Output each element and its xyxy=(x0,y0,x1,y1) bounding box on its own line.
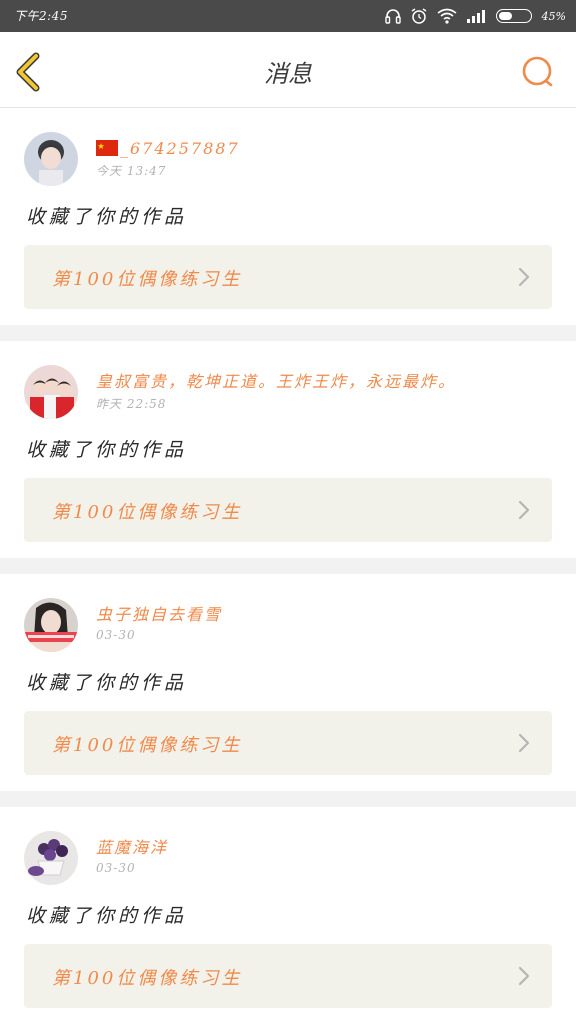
search-icon xyxy=(522,56,553,87)
chevron-right-icon xyxy=(518,500,530,520)
work-link[interactable]: 第100位偶像练习生 xyxy=(24,245,552,309)
notification-item: 虫子独自去看雪 03-30 收藏了你的作品 第100位偶像练习生 xyxy=(0,574,576,775)
search-button[interactable] xyxy=(520,54,556,90)
notification-item: 皇叔富贵，乾坤正道。王炸王炸，永远最炸。 昨天 22:58 收藏了你的作品 第1… xyxy=(0,341,576,542)
action-text: 收藏了你的作品 xyxy=(26,206,188,228)
avatar[interactable] xyxy=(24,598,78,652)
notification-item: 蓝魔海洋 03-30 收藏了你的作品 第100位偶像练习生 xyxy=(0,807,576,1008)
work-title: 第100位偶像练习生 xyxy=(52,502,243,523)
status-time: 下午2:45 xyxy=(14,9,68,23)
timestamp: 昨天 22:58 xyxy=(96,397,167,411)
username[interactable]: 蓝魔海洋 xyxy=(96,831,552,859)
action-text: 收藏了你的作品 xyxy=(26,672,188,694)
username[interactable]: 虫子独自去看雪 xyxy=(96,598,552,626)
notification-header: 虫子独自去看雪 03-30 xyxy=(24,574,552,654)
battery-percent: 45% xyxy=(541,9,566,23)
separator xyxy=(0,325,576,341)
username-text: 虫子独自去看雪 xyxy=(96,605,223,624)
work-link[interactable]: 第100位偶像练习生 xyxy=(24,711,552,775)
avatar[interactable] xyxy=(24,132,78,186)
username-text: 蓝魔海洋 xyxy=(96,838,169,857)
battery-icon xyxy=(495,9,532,23)
username-text: 皇叔富贵，乾坤正道。王炸王炸，永远最炸。 xyxy=(96,372,457,391)
signal-icon xyxy=(466,8,488,24)
separator xyxy=(0,791,576,807)
battery-level xyxy=(498,12,512,20)
timestamp: 03-30 xyxy=(96,628,136,642)
notification-feed: _674257887 今天 13:47 收藏了你的作品 第100位偶像练习生 皇… xyxy=(0,108,576,1024)
notification-header: 蓝魔海洋 03-30 xyxy=(24,807,552,887)
notification-header: 皇叔富贵，乾坤正道。王炸王炸，永远最炸。 昨天 22:58 xyxy=(24,341,552,421)
timestamp: 03-30 xyxy=(96,861,136,875)
avatar[interactable] xyxy=(24,831,78,885)
page-title: 消息 xyxy=(264,60,312,88)
action-text: 收藏了你的作品 xyxy=(26,439,188,461)
action-text: 收藏了你的作品 xyxy=(26,905,188,927)
status-icons: 45% xyxy=(384,6,566,26)
china-flag-icon xyxy=(96,140,118,156)
separator xyxy=(0,558,576,574)
title-bar: 消息 xyxy=(0,32,576,108)
chevron-right-icon xyxy=(518,733,530,753)
alarm-icon xyxy=(410,7,428,25)
work-link[interactable]: 第100位偶像练习生 xyxy=(24,478,552,542)
chevron-right-icon xyxy=(518,267,530,287)
timestamp: 今天 13:47 xyxy=(96,164,167,178)
headphones-icon xyxy=(384,7,402,25)
work-title: 第100位偶像练习生 xyxy=(52,269,243,290)
username[interactable]: 皇叔富贵，乾坤正道。王炸王炸，永远最炸。 xyxy=(96,365,552,393)
username-text: _674257887 xyxy=(120,139,240,158)
notification-item: _674257887 今天 13:47 收藏了你的作品 第100位偶像练习生 xyxy=(0,108,576,309)
chevron-right-icon xyxy=(518,966,530,986)
username[interactable]: _674257887 xyxy=(96,132,552,160)
avatar[interactable] xyxy=(24,365,78,419)
notification-header: _674257887 今天 13:47 xyxy=(24,108,552,188)
status-bar: 下午2:45 45% xyxy=(0,0,576,32)
work-link[interactable]: 第100位偶像练习生 xyxy=(24,944,552,1008)
work-title: 第100位偶像练习生 xyxy=(52,735,243,756)
wifi-icon xyxy=(436,7,458,25)
work-title: 第100位偶像练习生 xyxy=(52,968,243,989)
